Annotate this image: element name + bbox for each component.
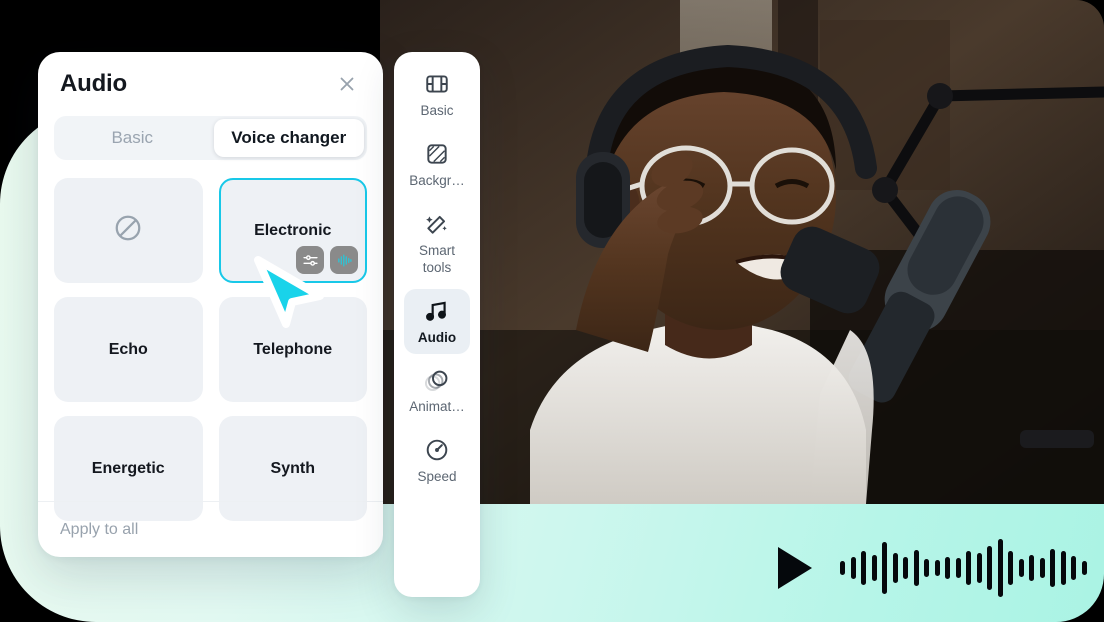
waveform-bar: [955, 558, 961, 578]
waveform-bar: [1008, 551, 1013, 585]
waveform-bar: [892, 553, 898, 583]
close-button[interactable]: [333, 70, 361, 98]
page-title: Audio: [60, 70, 127, 97]
tab-basic[interactable]: Basic: [57, 119, 208, 157]
panel-header: Audio: [38, 52, 383, 100]
effect-tile-none[interactable]: [54, 178, 203, 283]
background-icon: [427, 144, 447, 164]
music-note-icon: [426, 301, 446, 321]
tab-voice-changer[interactable]: Voice changer: [213, 119, 364, 157]
waveform-bar: [882, 542, 887, 594]
effect-label: Synth: [270, 459, 315, 477]
waveform-bar: [976, 553, 982, 583]
sidebar-item-label: Speed: [417, 469, 457, 485]
animation-icon: [424, 371, 448, 392]
audio-waveform[interactable]: [840, 538, 1087, 598]
sidebar-item-audio[interactable]: Audio: [404, 288, 470, 355]
waveform-icon: [337, 254, 352, 266]
sidebar-item-smart-tools[interactable]: Smart tools: [404, 202, 470, 285]
waveform-bar: [850, 557, 856, 579]
sidebar-item-label: Basic: [420, 103, 454, 118]
voice-effect-grid: Electronic Echo Telephone Energetic Synt…: [54, 178, 367, 521]
effect-label: Telephone: [253, 340, 333, 358]
video-preview-photo: [380, 0, 1104, 504]
waveform-bar: [861, 551, 866, 585]
sidebar-item-basic[interactable]: Basic: [404, 62, 470, 128]
no-effect-icon: [113, 213, 143, 248]
sidebar-item-animation[interactable]: Animat…: [404, 358, 470, 424]
preview-audio-button[interactable]: [330, 246, 358, 274]
waveform-bar: [987, 546, 992, 590]
effect-tile-electronic[interactable]: Electronic: [218, 178, 367, 283]
effect-label: Energetic: [91, 459, 165, 477]
waveform-bar: [1050, 549, 1055, 587]
sidebar-item-label: Backgr…: [409, 172, 465, 188]
waveform-bar: [1071, 556, 1076, 580]
audio-player: [778, 538, 1087, 598]
waveform-bar: [1029, 555, 1034, 581]
effect-tile-telephone[interactable]: Telephone: [218, 297, 367, 402]
speedometer-icon: [426, 439, 448, 461]
effect-tile-actions: [296, 246, 358, 274]
sidebar-item-label: Audio: [417, 329, 457, 345]
tool-rail: Basic Backgr… Smart tools Audio Animat… …: [394, 52, 480, 597]
sidebar-item-speed[interactable]: Speed: [404, 428, 470, 494]
sidebar-item-label: Animat…: [409, 399, 465, 415]
apply-to-all-link[interactable]: Apply to all: [60, 521, 138, 539]
waveform-bar: [1081, 561, 1087, 575]
sliders-icon: [302, 254, 318, 266]
effect-label: Echo: [108, 340, 148, 358]
screenshot-root: Audio Basic Voice changer Electronic Ech…: [0, 0, 1104, 622]
photo-illustration: [380, 0, 1104, 504]
sidebar-item-background[interactable]: Backgr…: [404, 132, 470, 198]
audio-panel: Audio Basic Voice changer Electronic Ech…: [38, 52, 383, 557]
tab-group: Basic Voice changer: [54, 116, 367, 160]
close-icon: [340, 77, 354, 91]
film-strip-icon: [426, 75, 448, 93]
waveform-bar: [934, 560, 940, 576]
waveform-bar: [840, 561, 845, 575]
waveform-bar: [903, 557, 908, 579]
waveform-bar: [966, 551, 971, 585]
play-button[interactable]: [778, 547, 812, 589]
adjust-settings-button[interactable]: [296, 246, 324, 274]
effect-label: Electronic: [254, 221, 332, 239]
waveform-bar: [997, 539, 1003, 597]
waveform-bar: [1060, 551, 1066, 585]
waveform-bar: [913, 550, 919, 586]
sidebar-item-label: Smart tools: [418, 242, 455, 275]
waveform-bar: [945, 557, 950, 579]
waveform-bar: [1018, 559, 1024, 577]
effect-tile-echo[interactable]: Echo: [54, 297, 203, 402]
magic-wand-icon: [426, 215, 447, 234]
waveform-bar: [1039, 558, 1045, 578]
waveform-bar: [924, 559, 929, 577]
panel-footer: Apply to all: [38, 501, 383, 557]
waveform-bar: [871, 555, 877, 581]
